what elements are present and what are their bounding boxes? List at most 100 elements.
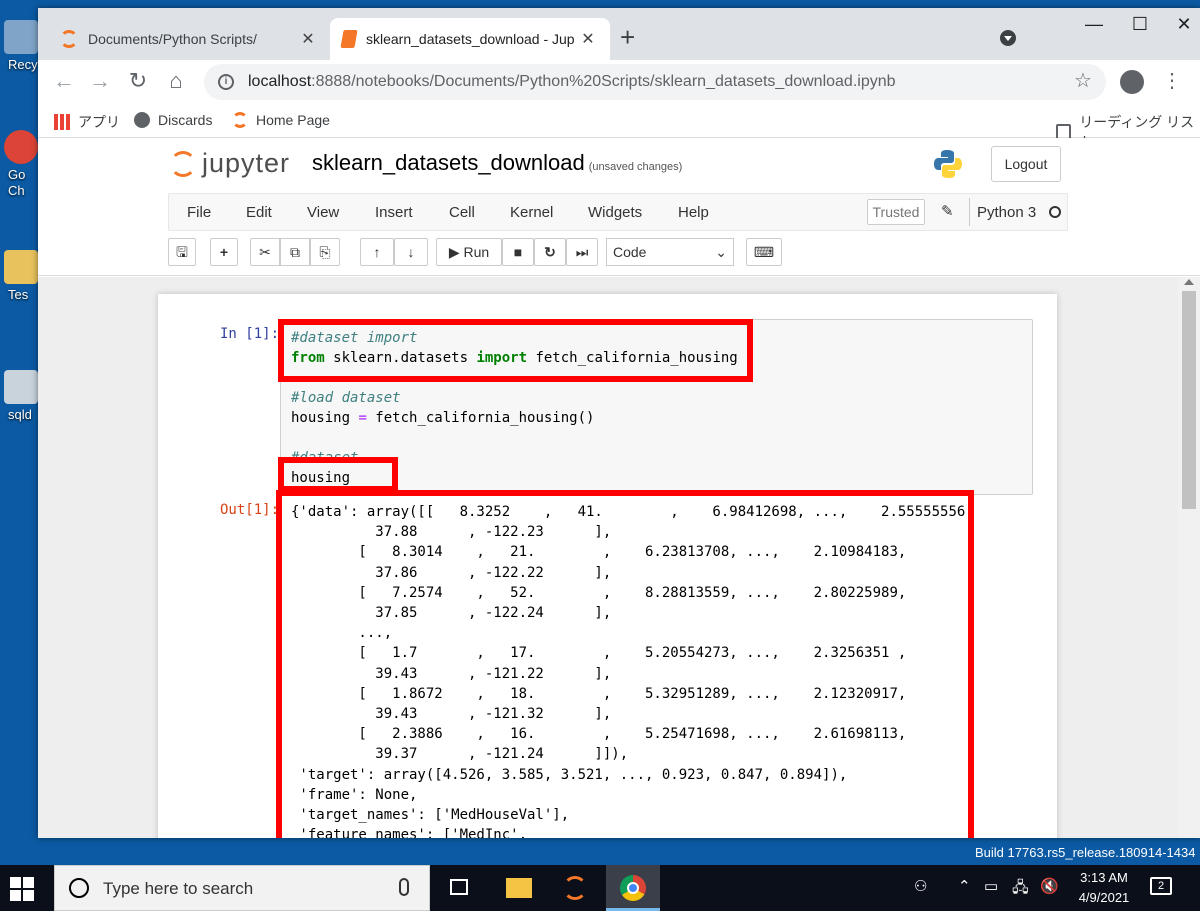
people-icon[interactable]: ⚇ bbox=[914, 877, 927, 895]
desktop-icon-label: sqld bbox=[8, 407, 32, 422]
output-prompt: Out[1]: bbox=[220, 502, 280, 518]
move-up-button[interactable]: ↑ bbox=[360, 238, 394, 266]
jupyter-logo[interactable]: jupyter bbox=[170, 148, 290, 179]
restart-button[interactable]: ↻ bbox=[534, 238, 566, 266]
windows-start-icon[interactable] bbox=[10, 877, 34, 901]
highlight-housing bbox=[278, 457, 398, 492]
chevron-down-icon: ⌄ bbox=[715, 244, 727, 260]
tab-title: sklearn_datasets_download - Jup bbox=[366, 31, 575, 47]
pencil-icon[interactable]: ✎ bbox=[941, 202, 954, 220]
apps-grid-icon bbox=[54, 114, 70, 130]
address-bar-row: ← → ↻ ⌂ i localhost:8888/notebooks/Docum… bbox=[38, 60, 1200, 104]
command-palette-button[interactable]: ⌨ bbox=[746, 238, 782, 266]
save-button[interactable]: 🖫 bbox=[168, 238, 196, 266]
notebook-title[interactable]: sklearn_datasets_download (unsaved change… bbox=[312, 150, 682, 176]
menu-view[interactable]: View bbox=[307, 204, 339, 221]
action-center-icon[interactable]: 2 bbox=[1150, 877, 1172, 895]
star-icon[interactable]: ☆ bbox=[1074, 68, 1092, 93]
taskbar-file-explorer[interactable] bbox=[492, 865, 546, 911]
close-icon[interactable]: ✕ bbox=[578, 29, 598, 49]
taskbar-anaconda[interactable] bbox=[548, 865, 602, 911]
desktop-icon-sqldeveloper[interactable]: sqld bbox=[0, 370, 38, 422]
kernel-name: Python 3 bbox=[977, 204, 1037, 221]
tab-documents[interactable]: Documents/Python Scripts/ ✕ bbox=[48, 18, 330, 60]
url-text: localhost:8888/notebooks/Documents/Pytho… bbox=[248, 73, 896, 90]
cut-button[interactable]: ✂ bbox=[250, 238, 280, 266]
back-icon[interactable]: ← bbox=[50, 68, 78, 94]
bookmark-discards[interactable]: Discards bbox=[134, 112, 212, 128]
python-icon bbox=[934, 150, 962, 178]
chrome-icon bbox=[620, 875, 646, 901]
tab-notebook[interactable]: sklearn_datasets_download - Jup ✕ bbox=[330, 18, 610, 60]
interrupt-button[interactable]: ■ bbox=[502, 238, 534, 266]
desktop-icon-label: Go Ch bbox=[8, 167, 26, 198]
logout-button[interactable]: Logout bbox=[991, 146, 1061, 182]
desktop-icon-label: Recy bbox=[8, 57, 38, 72]
battery-icon[interactable]: ▭ bbox=[984, 877, 998, 895]
new-tab-button[interactable]: + bbox=[620, 22, 635, 53]
menu-edit[interactable]: Edit bbox=[246, 204, 272, 221]
info-icon[interactable]: i bbox=[218, 74, 234, 90]
taskbar-chrome[interactable] bbox=[606, 865, 660, 911]
menu-bar: File Edit View Insert Cell Kernel Widget… bbox=[168, 193, 1068, 231]
system-clock[interactable]: 3:13 AM 4/9/2021 bbox=[1076, 868, 1132, 908]
scroll-up-icon[interactable] bbox=[1184, 279, 1194, 285]
cell-type-select[interactable]: Code ⌄ bbox=[606, 238, 734, 266]
menu-file[interactable]: File bbox=[187, 204, 211, 221]
highlight-output bbox=[276, 490, 974, 838]
restart-run-all-button[interactable]: ⏭ bbox=[566, 238, 598, 266]
run-button[interactable]: ▶ Run bbox=[436, 238, 502, 266]
divider bbox=[969, 198, 970, 226]
database-icon bbox=[4, 370, 38, 404]
menu-insert[interactable]: Insert bbox=[375, 204, 413, 221]
scrollbar[interactable] bbox=[1178, 277, 1200, 838]
minimize-button[interactable]: — bbox=[1074, 14, 1114, 35]
close-window-button[interactable]: ✕ bbox=[1164, 14, 1200, 35]
paste-button[interactable]: ⎘ bbox=[310, 238, 340, 266]
reload-icon[interactable]: ↻ bbox=[124, 68, 152, 94]
account-icon[interactable] bbox=[1120, 70, 1144, 94]
copy-button[interactable]: ⧉ bbox=[280, 238, 310, 266]
volume-muted-icon[interactable]: 🔇 bbox=[1040, 877, 1059, 895]
desktop-icon-recycle-bin[interactable]: Recy bbox=[0, 20, 38, 72]
menu-dots-icon[interactable]: ⋮ bbox=[1162, 68, 1182, 93]
network-icon[interactable]: 🖧 bbox=[1012, 877, 1029, 902]
trusted-indicator[interactable]: Trusted bbox=[867, 199, 925, 225]
menu-kernel[interactable]: Kernel bbox=[510, 204, 553, 221]
windows-build-watermark: Build 17763.rs5_release.180914-1434 bbox=[975, 845, 1196, 860]
task-view-button[interactable] bbox=[432, 865, 486, 911]
maximize-button[interactable]: ☐ bbox=[1120, 14, 1160, 35]
menu-help[interactable]: Help bbox=[678, 204, 709, 221]
folder-icon bbox=[506, 878, 532, 898]
kernel-status-icon bbox=[1049, 206, 1061, 218]
tab-title: Documents/Python Scripts/ bbox=[88, 31, 257, 47]
taskbar-search-box[interactable]: Type here to search bbox=[54, 865, 430, 911]
scrollbar-thumb[interactable] bbox=[1182, 291, 1196, 509]
jupyter-icon bbox=[60, 30, 78, 48]
chrome-icon bbox=[4, 130, 38, 164]
move-down-button[interactable]: ↓ bbox=[394, 238, 428, 266]
chevron-up-icon[interactable]: ⌃ bbox=[958, 877, 971, 895]
forward-icon[interactable]: → bbox=[86, 68, 114, 94]
recycle-bin-icon bbox=[4, 20, 38, 54]
tab-strip: Documents/Python Scripts/ ✕ sklearn_data… bbox=[38, 8, 1200, 60]
microphone-icon[interactable] bbox=[399, 878, 409, 896]
globe-icon bbox=[134, 112, 150, 128]
desktop-icon-test[interactable]: Tes bbox=[0, 250, 38, 302]
desktop-icon-chrome[interactable]: Go Ch bbox=[0, 130, 38, 199]
menu-widgets[interactable]: Widgets bbox=[588, 204, 642, 221]
home-icon[interactable]: ⌂ bbox=[162, 68, 190, 94]
bookmark-home-page[interactable]: Home Page bbox=[232, 112, 330, 128]
jupyter-icon bbox=[563, 876, 587, 900]
autosave-status: (unsaved changes) bbox=[588, 161, 683, 173]
clock-time: 3:13 AM bbox=[1080, 870, 1128, 885]
bookmark-apps[interactable]: アプリ bbox=[54, 112, 120, 132]
bookmarks-bar: アプリ Discards Home Page リーディング リスト bbox=[38, 104, 1200, 150]
jupyter-logo-text: jupyter bbox=[202, 148, 291, 178]
insert-cell-button[interactable]: + bbox=[210, 238, 238, 266]
chevron-down-icon[interactable] bbox=[1000, 30, 1016, 46]
url-bar[interactable]: i localhost:8888/notebooks/Documents/Pyt… bbox=[204, 64, 1106, 100]
menu-cell[interactable]: Cell bbox=[449, 204, 475, 221]
close-icon[interactable]: ✕ bbox=[298, 29, 318, 49]
jupyter-icon bbox=[232, 112, 248, 128]
